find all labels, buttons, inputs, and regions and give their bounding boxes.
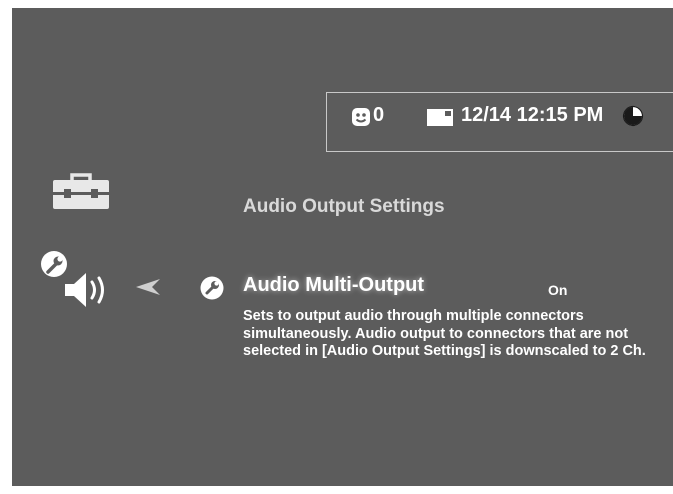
sound-settings-icon[interactable]	[40, 251, 114, 313]
friends-count: 0	[373, 104, 385, 126]
section-title: Audio Output Settings	[243, 196, 445, 217]
audio-multi-output-value[interactable]: On	[548, 282, 567, 298]
status-bar: 0 12/14 12:15 PM	[326, 92, 673, 152]
item-description: Sets to output audio through multiple co…	[243, 308, 646, 359]
face-icon	[352, 108, 370, 126]
audio-multi-output-label[interactable]: Audio Multi-Output	[243, 274, 424, 297]
clock-icon	[622, 105, 644, 127]
datetime: 12/14 12:15 PM	[461, 104, 604, 126]
toolbox-icon	[53, 173, 109, 209]
wrench-icon	[200, 276, 224, 300]
message-icon	[427, 109, 453, 126]
settings-screen: 0 12/14 12:15 PM Audio Output Settings A…	[12, 8, 673, 486]
back-arrow-icon[interactable]	[136, 279, 160, 295]
